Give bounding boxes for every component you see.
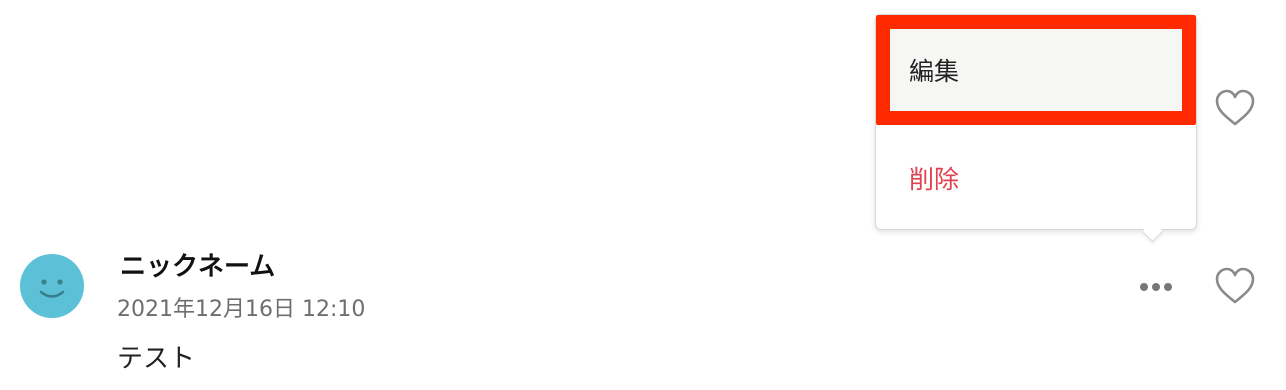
comment-body: テスト xyxy=(117,344,196,374)
edit-menu-item[interactable]: 編集 xyxy=(876,15,1196,125)
more-horizontal-icon-dot xyxy=(1140,283,1148,291)
smiley-face-icon xyxy=(39,279,65,298)
more-options-button[interactable] xyxy=(1132,272,1180,302)
delete-menu-item[interactable]: 削除 xyxy=(876,125,1196,231)
avatar[interactable] xyxy=(20,254,84,318)
more-horizontal-icon-dot xyxy=(1164,283,1172,291)
comment-timestamp: 2021年12月16日 12:10 xyxy=(117,297,366,322)
cut-off-text-fragment xyxy=(122,0,136,6)
more-horizontal-icon-dot xyxy=(1152,283,1160,291)
like-button-previous-comment[interactable] xyxy=(1214,88,1256,128)
comment-author-nickname: ニックネーム xyxy=(120,252,276,282)
like-button[interactable] xyxy=(1214,266,1256,306)
heart-icon xyxy=(1215,89,1255,126)
heart-icon xyxy=(1215,267,1255,304)
comment-context-menu: 編集 削除 xyxy=(875,14,1197,230)
